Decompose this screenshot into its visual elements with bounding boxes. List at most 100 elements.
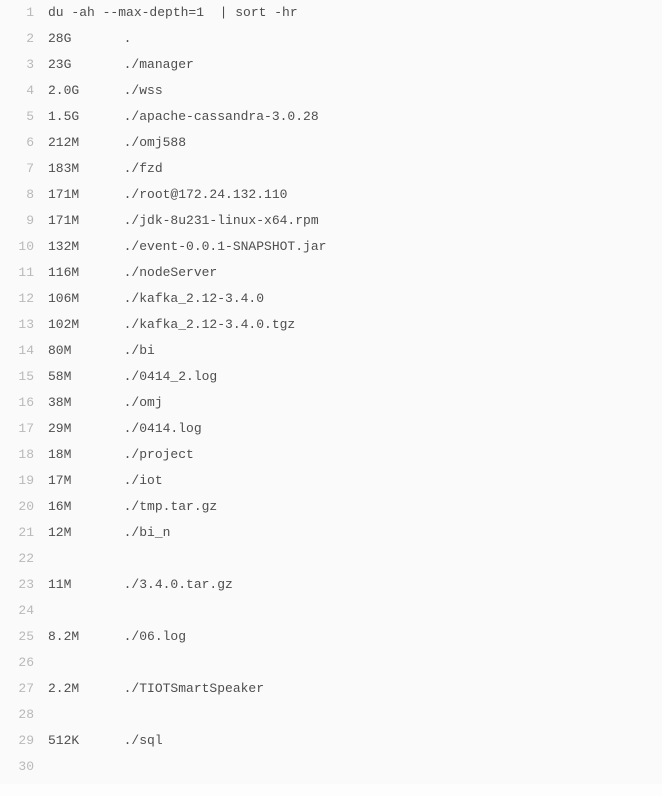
- line-number: 11: [0, 260, 48, 286]
- du-size: 2.0G: [48, 78, 108, 104]
- line-content: du -ah --max-depth=1 | sort -hr: [48, 0, 298, 26]
- line-number: 17: [0, 416, 48, 442]
- code-line: 22: [0, 546, 662, 572]
- code-line: 1638M ./omj: [0, 390, 662, 416]
- du-path: ./omj: [124, 395, 163, 410]
- code-line: 1558M ./0414_2.log: [0, 364, 662, 390]
- code-line: 12106M ./kafka_2.12-3.4.0: [0, 286, 662, 312]
- terminal-output: 1du -ah --max-depth=1 | sort -hr228G .32…: [0, 0, 662, 784]
- line-content: 12M ./bi_n: [48, 520, 170, 546]
- line-content: 17M ./iot: [48, 468, 163, 494]
- line-content: 116M ./nodeServer: [48, 260, 217, 286]
- du-size: 106M: [48, 286, 108, 312]
- du-path: ./project: [124, 447, 194, 462]
- code-line: 42.0G ./wss: [0, 78, 662, 104]
- line-number: 1: [0, 0, 48, 26]
- du-size: 11M: [48, 572, 108, 598]
- code-line: 1917M ./iot: [0, 468, 662, 494]
- line-content: 2.0G ./wss: [48, 78, 163, 104]
- du-path: ./jdk-8u231-linux-x64.rpm: [124, 213, 319, 228]
- line-content: 171M ./root@172.24.132.110: [48, 182, 287, 208]
- du-size: 17M: [48, 468, 108, 494]
- line-number: 14: [0, 338, 48, 364]
- du-size: 16M: [48, 494, 108, 520]
- line-content: 29M ./0414.log: [48, 416, 202, 442]
- du-size: 23G: [48, 52, 108, 78]
- line-content: 106M ./kafka_2.12-3.4.0: [48, 286, 264, 312]
- line-number: 5: [0, 104, 48, 130]
- line-number: 19: [0, 468, 48, 494]
- line-number: 15: [0, 364, 48, 390]
- du-path: ./nodeServer: [124, 265, 218, 280]
- line-number: 10: [0, 234, 48, 260]
- code-line: 1818M ./project: [0, 442, 662, 468]
- code-line: 258.2M ./06.log: [0, 624, 662, 650]
- code-line: 1du -ah --max-depth=1 | sort -hr: [0, 0, 662, 26]
- code-line: 8171M ./root@172.24.132.110: [0, 182, 662, 208]
- line-number: 3: [0, 52, 48, 78]
- line-number: 8: [0, 182, 48, 208]
- code-line: 2112M ./bi_n: [0, 520, 662, 546]
- du-size: 18M: [48, 442, 108, 468]
- du-size: 116M: [48, 260, 108, 286]
- du-path: ./kafka_2.12-3.4.0: [124, 291, 264, 306]
- line-number: 13: [0, 312, 48, 338]
- line-number: 30: [0, 754, 48, 780]
- du-size: 28G: [48, 26, 108, 52]
- code-line: 323G ./manager: [0, 52, 662, 78]
- du-size: 212M: [48, 130, 108, 156]
- line-content: 102M ./kafka_2.12-3.4.0.tgz: [48, 312, 295, 338]
- line-number: 26: [0, 650, 48, 676]
- du-path: ./sql: [124, 733, 163, 748]
- line-number: 2: [0, 26, 48, 52]
- du-path: ./TIOTSmartSpeaker: [124, 681, 264, 696]
- line-number: 20: [0, 494, 48, 520]
- code-line: 29512K ./sql: [0, 728, 662, 754]
- du-size: 102M: [48, 312, 108, 338]
- du-path: .: [124, 31, 132, 46]
- du-size: 171M: [48, 208, 108, 234]
- line-number: 16: [0, 390, 48, 416]
- du-path: ./0414_2.log: [124, 369, 218, 384]
- du-path: ./event-0.0.1-SNAPSHOT.jar: [124, 239, 327, 254]
- du-path: ./fzd: [124, 161, 163, 176]
- code-line: 13102M ./kafka_2.12-3.4.0.tgz: [0, 312, 662, 338]
- code-line: 272.2M ./TIOTSmartSpeaker: [0, 676, 662, 702]
- line-content: 512K ./sql: [48, 728, 163, 754]
- line-number: 21: [0, 520, 48, 546]
- line-number: 23: [0, 572, 48, 598]
- line-number: 6: [0, 130, 48, 156]
- du-size: 512K: [48, 728, 108, 754]
- line-content: 11M ./3.4.0.tar.gz: [48, 572, 233, 598]
- du-path: ./manager: [124, 57, 194, 72]
- line-content: 28G .: [48, 26, 131, 52]
- line-number: 22: [0, 546, 48, 572]
- du-path: ./bi: [124, 343, 155, 358]
- code-line: 26: [0, 650, 662, 676]
- code-line: 24: [0, 598, 662, 624]
- code-line: 2311M ./3.4.0.tar.gz: [0, 572, 662, 598]
- line-content: 38M ./omj: [48, 390, 163, 416]
- line-content: 2.2M ./TIOTSmartSpeaker: [48, 676, 264, 702]
- line-content: 132M ./event-0.0.1-SNAPSHOT.jar: [48, 234, 326, 260]
- line-number: 4: [0, 78, 48, 104]
- code-line: 28: [0, 702, 662, 728]
- du-path: ./root@172.24.132.110: [124, 187, 288, 202]
- du-path: ./06.log: [124, 629, 186, 644]
- du-path: ./tmp.tar.gz: [124, 499, 218, 514]
- code-line: 228G .: [0, 26, 662, 52]
- code-line: 1729M ./0414.log: [0, 416, 662, 442]
- du-path: ./3.4.0.tar.gz: [124, 577, 233, 592]
- line-content: 58M ./0414_2.log: [48, 364, 217, 390]
- line-number: 9: [0, 208, 48, 234]
- du-size: 183M: [48, 156, 108, 182]
- line-number: 25: [0, 624, 48, 650]
- line-content: 16M ./tmp.tar.gz: [48, 494, 217, 520]
- du-size: 132M: [48, 234, 108, 260]
- line-content: 183M ./fzd: [48, 156, 163, 182]
- du-path: ./omj588: [124, 135, 186, 150]
- du-path: ./iot: [124, 473, 163, 488]
- du-size: 29M: [48, 416, 108, 442]
- du-size: 38M: [48, 390, 108, 416]
- du-size: 80M: [48, 338, 108, 364]
